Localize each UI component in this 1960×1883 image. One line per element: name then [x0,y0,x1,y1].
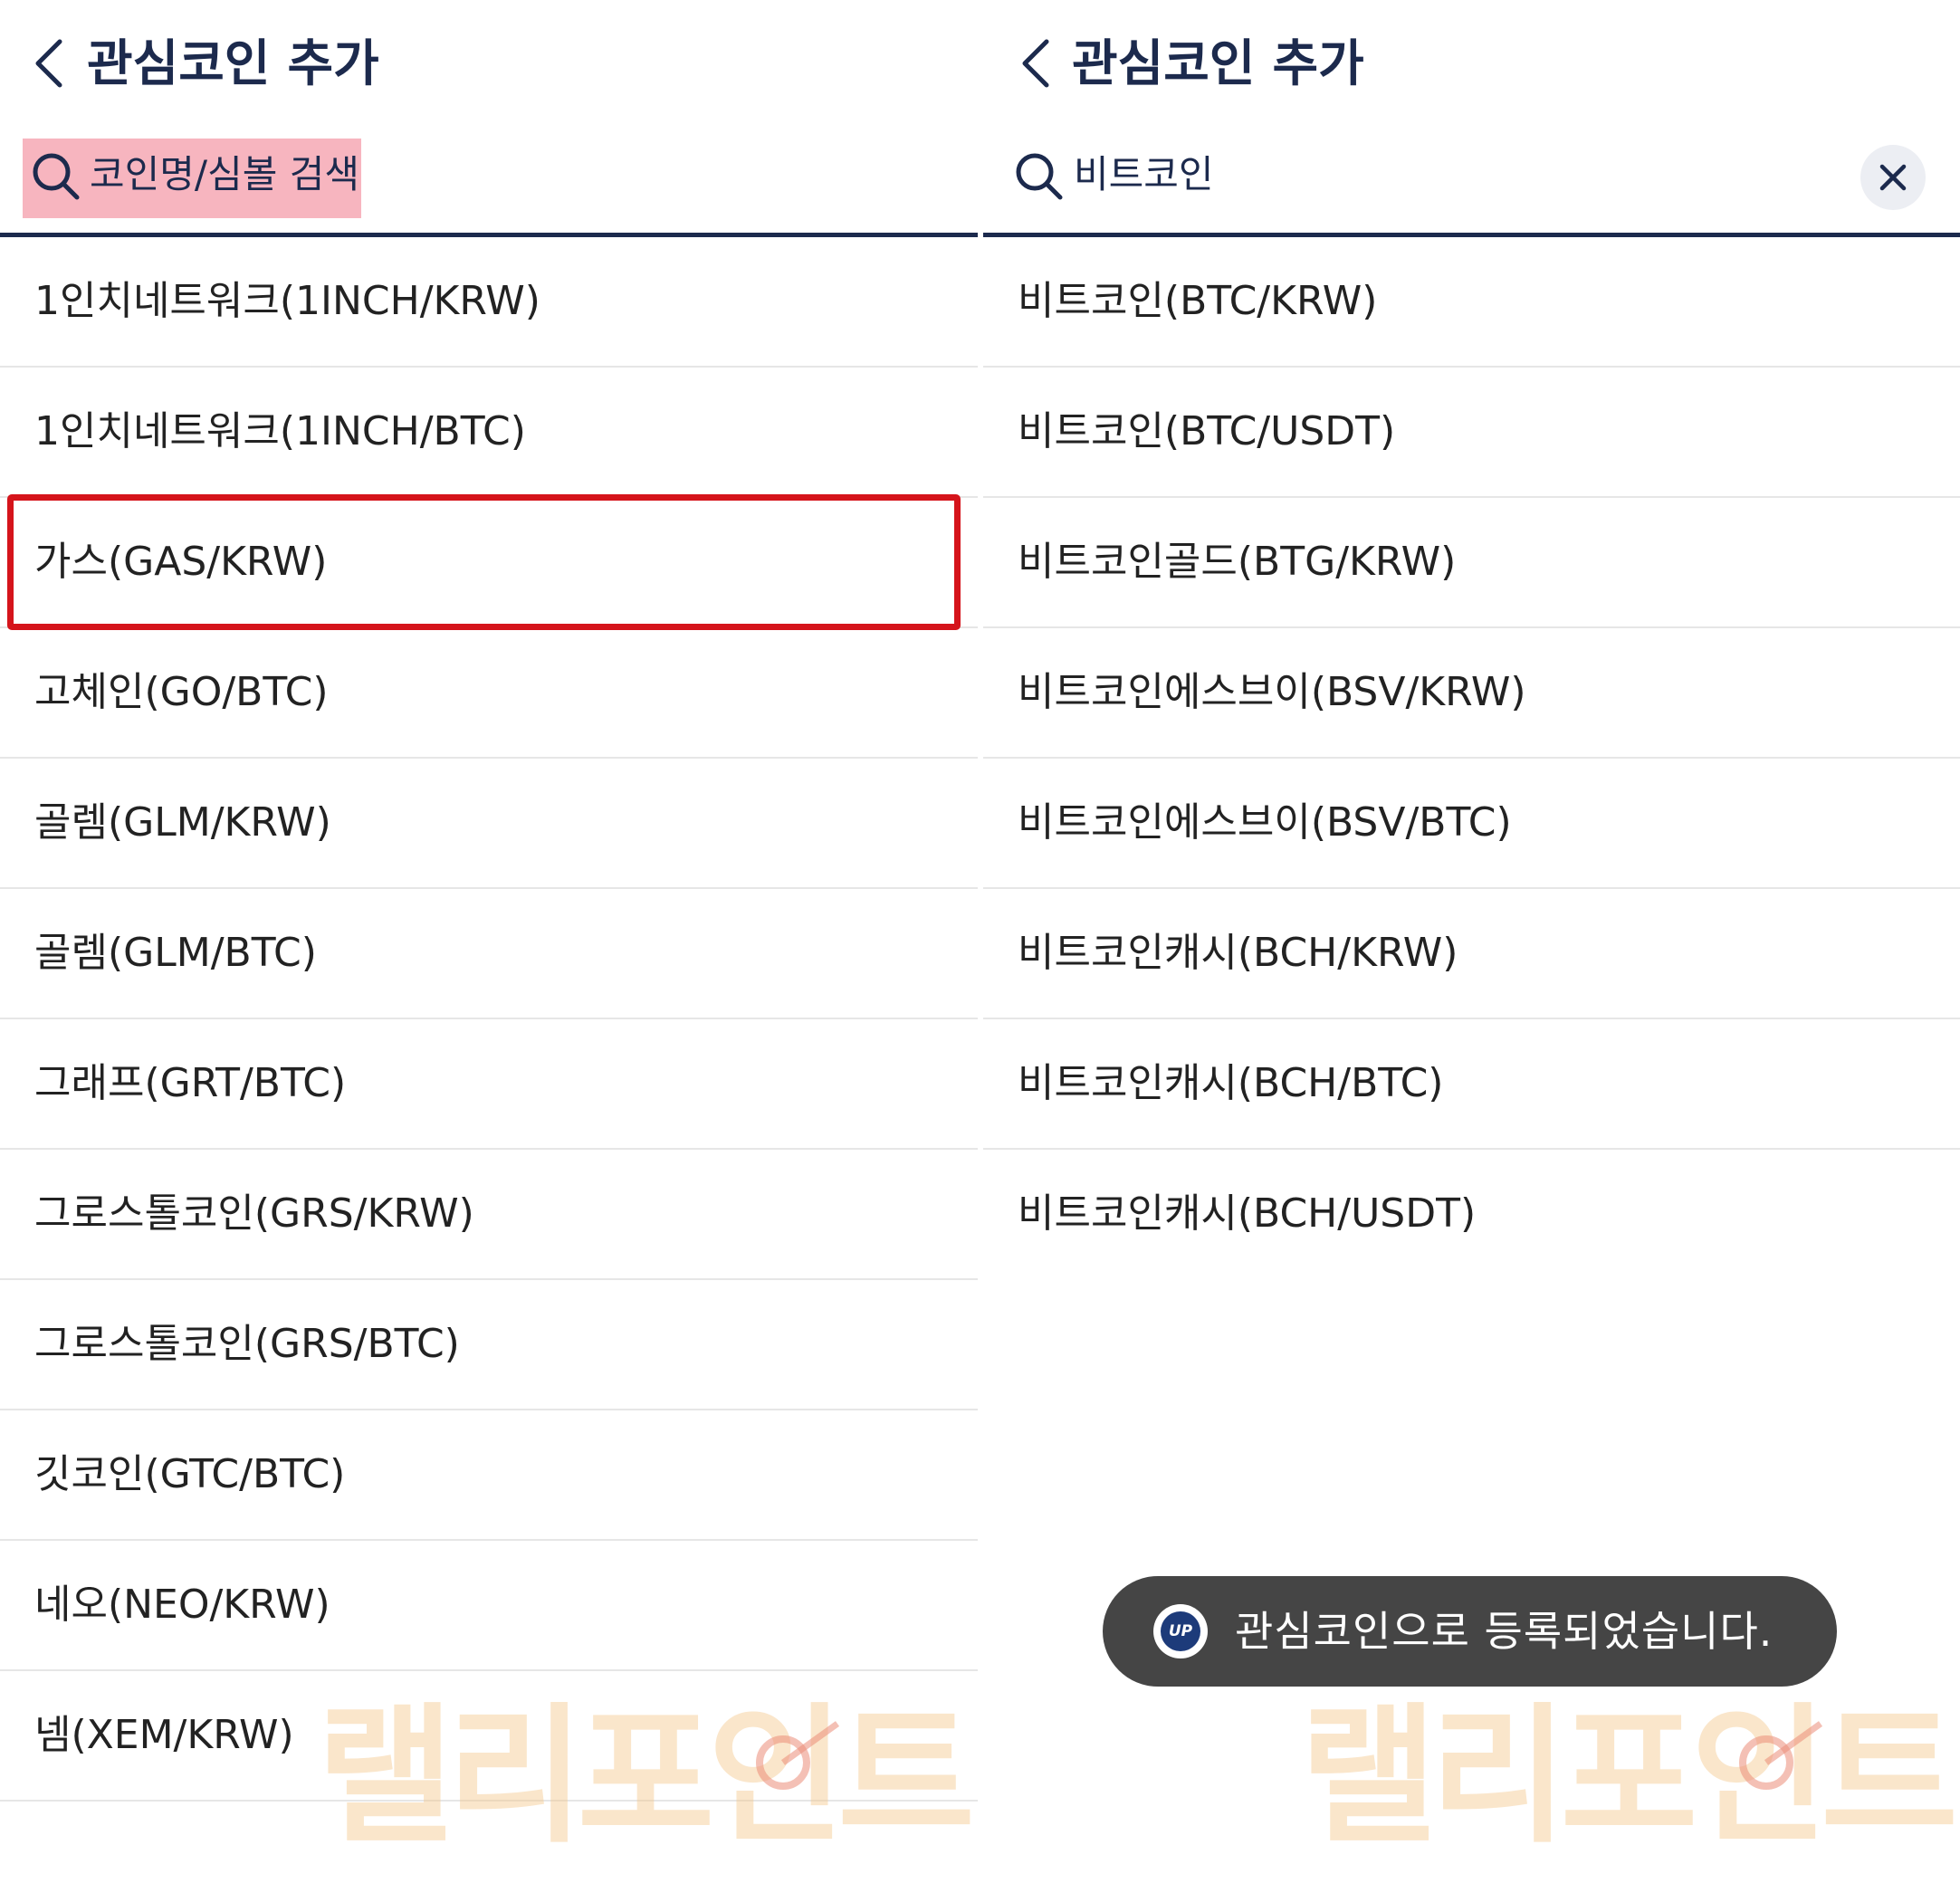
target-arrow-icon [1739,1721,1823,1790]
search-icon [1016,153,1063,200]
list-item[interactable]: 그로스톨코인(GRS/KRW) [0,1150,978,1280]
list-item[interactable]: 비트코인에스브이(BSV/BTC) [983,759,1960,889]
list-item[interactable]: 비트코인골드(BTG/KRW) [983,498,1960,628]
coin-label: 골렘(GLM/KRW) [34,799,331,846]
coin-label: 그래프(GRT/BTC) [34,1060,347,1106]
search-icon [33,153,80,200]
list-item[interactable]: 1인치네트워크(1INCH/BTC) [0,368,978,498]
header: 관심코인 추가 [983,0,1960,131]
clear-search-button[interactable] [1860,145,1926,210]
search-input[interactable]: 비트코인 [1074,148,1214,202]
search-bar[interactable]: 코인명/심볼 검색 [0,131,978,237]
list-item[interactable]: 네오(NEO/KRW) [0,1541,978,1671]
watermark: 랠리포인트 [1300,1686,1958,1867]
coin-label: 골렘(GLM/BTC) [34,930,317,976]
left-screen: 관심코인 추가 코인명/심볼 검색 1인치네트워크(1INCH/KRW) 1인치… [0,0,978,1883]
coin-label: 비트코인캐시(BCH/BTC) [1018,1060,1444,1106]
coin-label: 비트코인에스브이(BSV/BTC) [1018,799,1512,846]
coin-label: 비트코인캐시(BCH/USDT) [1018,1190,1477,1237]
list-item[interactable]: 비트코인(BTC/KRW) [983,237,1960,368]
search-result-list: 비트코인(BTC/KRW) 비트코인(BTC/USDT) 비트코인골드(BTG/… [983,237,1960,1278]
chevron-left-icon[interactable] [1018,36,1054,91]
list-item[interactable]: 골렘(GLM/KRW) [0,759,978,889]
coin-label: 그로스톨코인(GRS/BTC) [34,1321,460,1367]
coin-label: 가스(GAS/KRW) [34,539,328,585]
list-item[interactable]: 그래프(GRT/BTC) [0,1019,978,1150]
list-item[interactable]: 깃코인(GTC/BTC) [0,1410,978,1541]
list-item[interactable]: 가스(GAS/KRW) [0,498,978,628]
list-item[interactable]: 골렘(GLM/BTC) [0,889,978,1019]
close-icon [1879,164,1907,191]
list-item[interactable]: 비트코인캐시(BCH/BTC) [983,1019,1960,1150]
watermark-text: 랠리포인트 [1300,1689,1958,1863]
coin-label: 1인치네트워크(1INCH/BTC) [34,408,526,454]
list-item[interactable]: 비트코인(BTC/USDT) [983,368,1960,498]
header: 관심코인 추가 [0,0,978,131]
coin-label: 비트코인(BTC/KRW) [1018,278,1378,324]
toast-message: 관심코인으로 등록되었습니다. [1235,1607,1774,1656]
coin-label: 비트코인골드(BTG/KRW) [1018,539,1457,585]
coin-label: 네오(NEO/KRW) [34,1582,330,1628]
coin-label: 깃코인(GTC/BTC) [34,1451,346,1497]
logo-mark: UP [1161,1611,1200,1651]
page-title: 관심코인 추가 [87,34,379,92]
coin-label: 그로스톨코인(GRS/KRW) [34,1190,474,1237]
coin-label: 비트코인캐시(BCH/KRW) [1018,930,1458,976]
coin-label: 1인치네트워크(1INCH/KRW) [34,278,540,324]
coin-label: 비트코인에스브이(BSV/KRW) [1018,669,1526,715]
search-bar[interactable]: 비트코인 [983,131,1960,237]
list-item[interactable]: 1인치네트워크(1INCH/KRW) [0,237,978,368]
coin-label: 넴(XEM/KRW) [34,1712,294,1758]
page-title: 관심코인 추가 [1072,34,1364,92]
upbit-logo-icon: UP [1153,1604,1208,1658]
list-item[interactable]: 고체인(GO/BTC) [0,628,978,759]
list-item[interactable]: 넴(XEM/KRW) [0,1671,978,1802]
list-item[interactable]: 비트코인에스브이(BSV/KRW) [983,628,1960,759]
coin-list: 1인치네트워크(1INCH/KRW) 1인치네트워크(1INCH/BTC) 가스… [0,237,978,1802]
list-item[interactable]: 비트코인캐시(BCH/USDT) [983,1150,1960,1278]
list-item[interactable]: 비트코인캐시(BCH/KRW) [983,889,1960,1019]
coin-label: 비트코인(BTC/USDT) [1018,408,1396,454]
coin-label: 고체인(GO/BTC) [34,669,329,715]
search-input[interactable]: 코인명/심볼 검색 [90,148,359,202]
toast-notification: UP 관심코인으로 등록되었습니다. [1103,1576,1837,1687]
chevron-left-icon[interactable] [31,36,67,91]
list-item[interactable]: 그로스톨코인(GRS/BTC) [0,1280,978,1410]
